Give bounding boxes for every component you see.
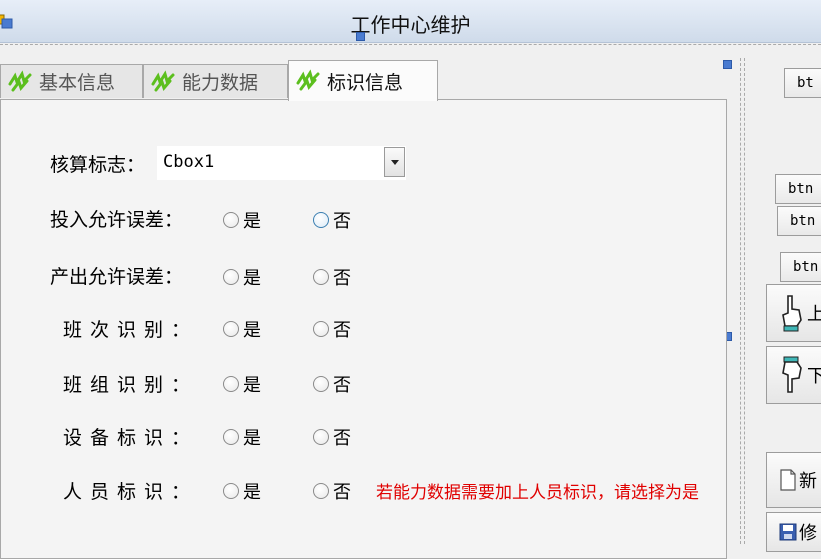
radio-label: 否: [333, 320, 351, 341]
radio-label: 是: [243, 320, 261, 341]
shift-identification-no-radio[interactable]: 否: [313, 316, 351, 342]
new-label: 新: [799, 471, 817, 492]
window-title: 工作中心维护: [350, 13, 471, 37]
input-tolerance-label: 投入允许误差：: [50, 209, 184, 231]
radio-circle[interactable]: [223, 429, 239, 445]
new-document-icon: [780, 469, 796, 491]
edit-label: 修: [799, 523, 817, 544]
pointing-hand-up-icon: [782, 295, 802, 332]
input-tolerance-yes-radio[interactable]: 是: [223, 207, 261, 233]
equipment-flag-yes-radio[interactable]: 是: [223, 424, 261, 450]
team-identification-no-radio[interactable]: 否: [313, 371, 351, 397]
designer-guide: [0, 44, 821, 45]
shift-identification-label: 班次识别：: [63, 319, 199, 341]
designer-button-1[interactable]: bt: [784, 68, 821, 98]
designer-guide: [740, 58, 741, 544]
radio-label: 否: [333, 211, 351, 232]
radio-circle[interactable]: [223, 483, 239, 499]
accounting-flag-label: 核算标志：: [50, 154, 146, 176]
accounting-flag-combobox[interactable]: Cbox1: [157, 146, 406, 180]
team-identification-label: 班组识别：: [63, 374, 199, 396]
radio-label: 是: [243, 375, 261, 396]
combobox-value: Cbox1: [163, 152, 215, 172]
move-up-button[interactable]: 上: [766, 284, 821, 342]
tab-identification-info[interactable]: 标识信息: [288, 60, 438, 101]
pointing-hand-down-icon: [782, 356, 802, 393]
equipment-flag-label: 设备标识：: [63, 427, 199, 449]
radio-circle[interactable]: [313, 376, 329, 392]
save-icon: [779, 523, 797, 541]
chevron-down-icon[interactable]: [384, 147, 405, 177]
radio-label: 是: [243, 482, 261, 503]
tab-icon: [8, 69, 32, 91]
personnel-flag-hint: 若能力数据需要加上人员标识，请选择为是: [376, 483, 699, 503]
tab-label: 能力数据: [182, 72, 259, 94]
personnel-flag-yes-radio[interactable]: 是: [223, 478, 261, 504]
tab-icon: [296, 69, 320, 91]
radio-label: 否: [333, 482, 351, 503]
radio-label: 否: [333, 428, 351, 449]
designer-button-4[interactable]: btn: [780, 252, 821, 282]
title-bar: 工作中心维护: [0, 0, 821, 43]
equipment-flag-no-radio[interactable]: 否: [313, 424, 351, 450]
output-tolerance-yes-radio[interactable]: 是: [223, 264, 261, 290]
output-tolerance-label: 产出允许误差：: [50, 266, 184, 288]
tab-icon: [151, 69, 175, 91]
shift-identification-yes-radio[interactable]: 是: [223, 316, 261, 342]
selection-handle[interactable]: [356, 32, 365, 41]
team-identification-yes-radio[interactable]: 是: [223, 371, 261, 397]
designer-button-2[interactable]: btn: [775, 174, 821, 204]
tab-label: 标识信息: [327, 71, 404, 94]
tab-capacity-data[interactable]: 能力数据: [143, 64, 288, 98]
radio-label: 否: [333, 375, 351, 396]
tab-basic-info[interactable]: 基本信息: [0, 64, 143, 98]
radio-circle[interactable]: [223, 376, 239, 392]
radio-circle[interactable]: [223, 269, 239, 285]
radio-circle[interactable]: [223, 321, 239, 337]
input-tolerance-no-radio[interactable]: 否: [313, 207, 351, 233]
move-down-label: 下: [807, 362, 821, 388]
tab-label: 基本信息: [39, 72, 116, 94]
radio-label: 是: [243, 428, 261, 449]
radio-circle[interactable]: [313, 483, 329, 499]
radio-circle[interactable]: [313, 321, 329, 337]
radio-label: 否: [333, 268, 351, 289]
move-up-label: 上: [807, 300, 821, 326]
personnel-flag-no-radio[interactable]: 否: [313, 478, 351, 504]
radio-label: 是: [243, 211, 261, 232]
move-down-button[interactable]: 下: [766, 346, 821, 404]
designer-button-3[interactable]: btn: [777, 206, 821, 236]
radio-circle[interactable]: [313, 429, 329, 445]
output-tolerance-no-radio[interactable]: 否: [313, 264, 351, 290]
radio-label: 是: [243, 268, 261, 289]
selection-handle[interactable]: [723, 60, 732, 69]
radio-circle[interactable]: [313, 269, 329, 285]
radio-circle[interactable]: [313, 212, 329, 228]
new-button[interactable]: 新: [766, 452, 821, 508]
edit-button[interactable]: 修: [766, 512, 821, 552]
radio-circle[interactable]: [223, 212, 239, 228]
personnel-flag-label: 人员标识：: [63, 481, 199, 503]
designer-guide: [744, 58, 745, 544]
